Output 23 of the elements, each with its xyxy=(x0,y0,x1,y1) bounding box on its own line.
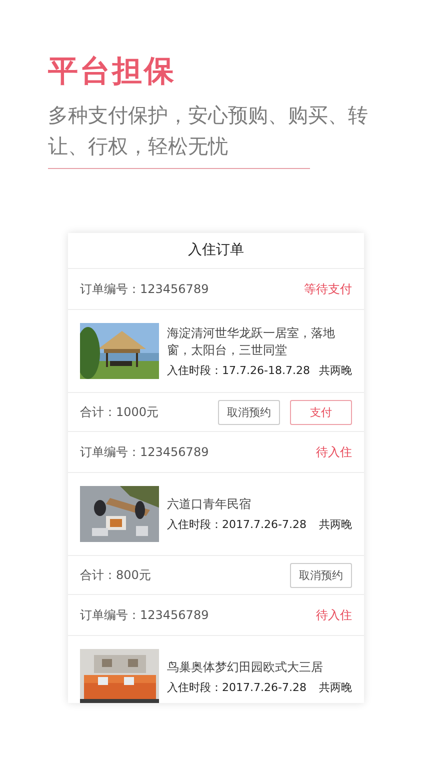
nights-count: 共两晚 xyxy=(319,362,352,378)
card-title: 入住订单 xyxy=(68,233,364,269)
nights-count: 共两晚 xyxy=(319,680,352,695)
listing-title: 六道口青年民宿 xyxy=(167,496,252,513)
order-number: 订单编号：123456789 xyxy=(80,444,209,460)
pay-button[interactable]: 支付 xyxy=(290,400,352,424)
order-status: 待入住 xyxy=(316,606,352,624)
order-total: 合计：800元 xyxy=(80,566,151,584)
stay-period: 入住时段：17.7.26-18.7.28 xyxy=(167,362,310,378)
order-number: 订单编号：123456789 xyxy=(80,280,209,298)
order-status: 待入住 xyxy=(316,444,352,460)
listing-title: 鸟巢奥体梦幻田园欧式大三居 xyxy=(167,659,324,676)
cancel-button[interactable]: 取消预约 xyxy=(218,400,280,424)
stay-period: 入住时段：2017.7.26-7.28 xyxy=(167,680,306,695)
order-status: 等待支付 xyxy=(304,280,352,298)
subtitle: 多种支付保护，安心预购、购买、转让、行权，轻松无忧 xyxy=(48,102,369,160)
order-total: 合计：1000元 xyxy=(80,404,159,420)
listing-title: 海淀清河世华龙跃一居室，落地窗，太阳台，三世同堂 xyxy=(167,324,336,358)
stay-period: 入住时段：2017.7.26-7.28 xyxy=(167,517,306,532)
order-number: 订单编号：123456789 xyxy=(80,606,209,624)
headline: 平台担保 xyxy=(48,53,177,91)
cancel-button[interactable]: 取消预约 xyxy=(290,562,352,588)
nights-count: 共两晚 xyxy=(319,517,352,532)
